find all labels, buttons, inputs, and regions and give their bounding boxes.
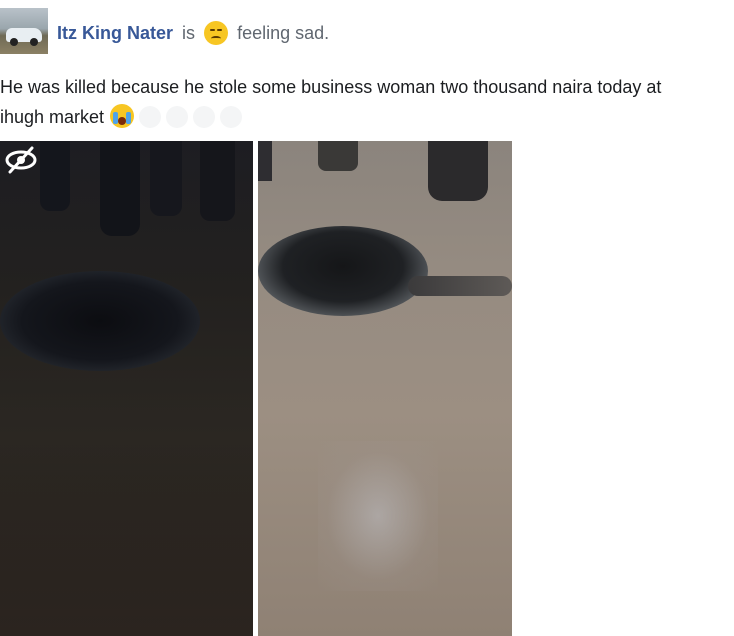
emoji-mouth	[118, 117, 127, 125]
photo-smoke	[318, 441, 438, 591]
avatar[interactable]	[0, 8, 48, 54]
photo-burnt-body	[0, 271, 200, 371]
sad-face-emoji-icon	[204, 21, 229, 45]
avatar-wheel	[30, 38, 38, 46]
post-photo-1[interactable]	[0, 141, 253, 636]
header-line: Itz King Nater is feeling sad.	[57, 21, 329, 45]
post-text-line-2-text: ihugh market	[0, 107, 105, 127]
post-header: Itz King Nater is feeling sad.	[0, 6, 734, 54]
loading-emoji-placeholder	[193, 106, 216, 128]
emoji-tear	[126, 112, 132, 124]
post-text-line-2: ihugh market	[0, 102, 734, 132]
crying-face-emoji-icon	[110, 104, 135, 128]
photo-burnt-body	[258, 226, 428, 316]
avatar-wheel	[10, 38, 18, 46]
photo-figure	[150, 141, 182, 216]
photo-figure	[200, 141, 235, 221]
hidden-eye-icon[interactable]	[4, 146, 38, 174]
emoji-eye	[210, 29, 216, 31]
photo-figure	[258, 141, 272, 181]
loading-emoji-placeholder	[220, 106, 243, 128]
author-name-link[interactable]: Itz King Nater	[57, 23, 173, 43]
post-photo-2[interactable]	[258, 141, 512, 636]
feeling-text: feeling sad.	[237, 23, 330, 43]
photo-burnt-limb	[408, 276, 512, 296]
photo-figure	[318, 141, 358, 171]
post-text: He was killed because he stole some busi…	[0, 72, 734, 132]
photo-grid	[0, 141, 512, 636]
loading-emoji-placeholder	[139, 106, 162, 128]
photo-figure	[40, 141, 70, 211]
emoji-eye	[217, 29, 223, 31]
photo-figure	[428, 141, 488, 201]
post-text-line-1: He was killed because he stole some busi…	[0, 77, 662, 97]
photo-figure	[100, 141, 140, 236]
is-word: is	[182, 23, 196, 43]
photo-ground	[0, 441, 253, 636]
loading-emoji-placeholder	[166, 106, 189, 128]
emoji-mouth	[211, 36, 222, 41]
